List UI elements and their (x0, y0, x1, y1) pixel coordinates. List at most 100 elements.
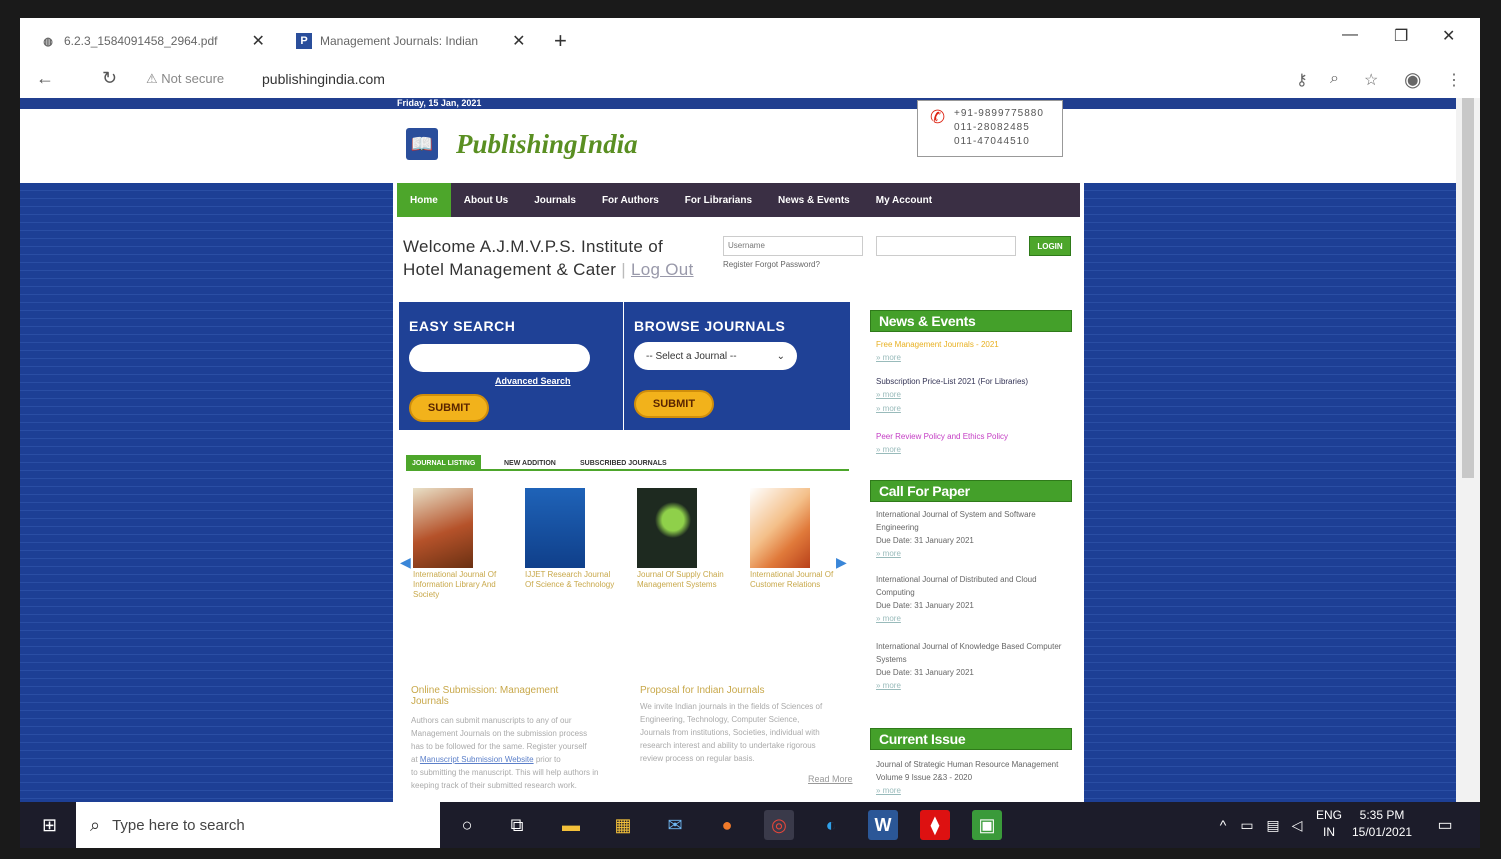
journal-title-4[interactable]: International Journal Of Customer Relati… (750, 570, 842, 590)
word-icon[interactable]: W (868, 810, 898, 840)
more-link[interactable]: » more (876, 784, 1066, 797)
zoom-icon[interactable]: ⌕ (1330, 70, 1339, 88)
more-link[interactable]: » more (876, 388, 1066, 401)
logout-link[interactable]: Log Out (631, 260, 694, 279)
browse-submit-button[interactable]: SUBMIT (634, 390, 714, 418)
tab-new-addition[interactable]: NEW ADDITION (498, 455, 562, 471)
page-scrollbar[interactable] (1456, 98, 1480, 802)
more-link[interactable]: » more (876, 402, 1066, 415)
current-issue-text[interactable]: Journal of Strategic Human Resource Mana… (876, 758, 1066, 784)
search-submit-button[interactable]: SUBMIT (409, 394, 489, 422)
journal-select[interactable]: -- Select a Journal -- ⌄ (634, 342, 797, 370)
more-link[interactable]: » more (876, 443, 1066, 456)
chrome-icon[interactable]: ◎ (764, 810, 794, 840)
journal-title-3[interactable]: Journal Of Supply Chain Management Syste… (637, 570, 729, 590)
cortana-icon[interactable]: ○ (452, 810, 482, 840)
address-bar: ← ↻ ⚠ Not secure publishingindia.com ⚷ ⌕… (20, 62, 1480, 98)
more-link[interactable]: » more (876, 547, 1066, 560)
nav-about-us[interactable]: About Us (451, 183, 521, 217)
clock[interactable]: 5:35 PM 15/01/2021 (1352, 807, 1412, 841)
nav-news-events[interactable]: News & Events (765, 183, 863, 217)
cfp-journal[interactable]: International Journal of System and Soft… (876, 508, 1066, 534)
journal-select-value: -- Select a Journal -- (646, 350, 737, 362)
back-icon[interactable]: ← (36, 68, 54, 89)
task-view-icon[interactable]: ⧉ (502, 810, 532, 840)
more-link[interactable]: » more (876, 679, 1066, 692)
nav-journals[interactable]: Journals (521, 183, 589, 217)
mail-icon[interactable]: ✉ (660, 810, 690, 840)
tab-subscribed-journals[interactable]: SUBSCRIBED JOURNALS (574, 455, 673, 471)
online-submission-text: Authors can submit manuscripts to any of… (411, 714, 631, 792)
lang-code: ENG (1316, 808, 1343, 822)
close-tab-icon[interactable]: ✕ (252, 31, 265, 51)
journal-cover-4[interactable] (750, 488, 810, 568)
edge-icon[interactable]: ◐ (816, 810, 846, 840)
journal-cover-3[interactable] (637, 488, 697, 568)
carousel-prev-icon[interactable]: ◀ (400, 554, 411, 571)
close-window-icon[interactable]: ✕ (1442, 26, 1455, 46)
store-icon[interactable]: ▦ (608, 810, 638, 840)
url-field[interactable]: publishingindia.com (262, 71, 385, 87)
register-forgot-links[interactable]: Register Forgot Password? (723, 260, 820, 269)
login-button[interactable]: LOGIN (1029, 236, 1071, 256)
more-link[interactable]: » more (876, 612, 1066, 625)
minimize-icon[interactable]: — (1342, 26, 1358, 44)
password-input[interactable] (876, 236, 1016, 256)
search-input[interactable] (409, 344, 590, 372)
news-link[interactable]: Peer Review Policy and Ethics Policy (876, 430, 1066, 443)
nav-for-authors[interactable]: For Authors (589, 183, 672, 217)
windows-start-icon[interactable]: ⊞ (42, 815, 57, 836)
advanced-search-link[interactable]: Advanced Search (495, 376, 571, 386)
not-secure-indicator[interactable]: ⚠ Not secure (146, 71, 224, 87)
manuscript-submission-link[interactable]: Manuscript Submission Website (420, 755, 534, 764)
news-link[interactable]: Free Management Journals - 2021 (876, 338, 1066, 351)
online-submission-title[interactable]: Online Submission: Management Journals (411, 685, 591, 707)
cfp-journal[interactable]: International Journal of Knowledge Based… (876, 640, 1066, 666)
key-icon[interactable]: ⚷ (1296, 70, 1308, 90)
tab-pdf[interactable]: ◍ 6.2.3_1584091458_2964.pdf ✕ (40, 24, 265, 58)
reload-icon[interactable]: ↻ (102, 68, 117, 89)
nav-home[interactable]: Home (397, 183, 451, 217)
carousel-next-icon[interactable]: ▶ (836, 554, 847, 571)
menu-kebab-icon[interactable]: ⋮ (1446, 70, 1462, 90)
nav-for-librarians[interactable]: For Librarians (672, 183, 765, 217)
left-background-panel (20, 183, 393, 802)
tab-management-journals[interactable]: P Management Journals: Indian ✕ (296, 24, 526, 58)
browse-journals-title: BROWSE JOURNALS (634, 318, 786, 334)
proposal-title[interactable]: Proposal for Indian Journals (640, 685, 840, 696)
call-for-paper-header: Call For Paper (870, 480, 1072, 502)
bookmark-star-icon[interactable]: ☆ (1364, 70, 1378, 90)
more-link[interactable]: » more (876, 351, 1066, 364)
journal-cover-2[interactable] (525, 488, 585, 568)
scrollbar-thumb[interactable] (1462, 98, 1474, 478)
firefox-icon[interactable]: ● (712, 810, 742, 840)
proposal-text: We invite Indian journals in the fields … (640, 700, 860, 765)
profile-icon[interactable]: ◉ (1404, 67, 1421, 92)
site-logo[interactable]: 📖 PublishingIndia (406, 128, 638, 160)
tab-title: 6.2.3_1584091458_2964.pdf (64, 34, 218, 48)
text-line: Engineering, Technology, Computer Scienc… (640, 715, 800, 724)
journal-cover-1[interactable] (413, 488, 473, 568)
file-explorer-icon[interactable]: ▬ (556, 810, 586, 840)
notifications-icon[interactable]: ▭ (1430, 810, 1460, 840)
language-indicator[interactable]: ENG IN (1316, 807, 1342, 841)
news-link[interactable]: Subscription Price-List 2021 (For Librar… (876, 375, 1066, 388)
journal-title-1[interactable]: International Journal Of Information Lib… (413, 570, 505, 600)
nav-my-account[interactable]: My Account (863, 183, 945, 217)
read-more-link[interactable]: Read More (808, 774, 853, 784)
main-navigation: Home About Us Journals For Authors For L… (397, 183, 1080, 217)
cfp-journal[interactable]: International Journal of Distributed and… (876, 573, 1066, 599)
volume-icon[interactable]: ◁ (1282, 810, 1312, 840)
close-tab-icon[interactable]: ✕ (512, 31, 525, 51)
tab-journal-listing[interactable]: JOURNAL LISTING (406, 455, 482, 471)
journal-title-2[interactable]: IJJET Research Journal Of Science & Tech… (525, 570, 617, 590)
taskbar-search[interactable]: ⌕ Type here to search (76, 802, 440, 848)
username-input[interactable]: Username (723, 236, 863, 256)
right-background-panel (1084, 183, 1456, 802)
acrobat-icon[interactable]: ⧫ (920, 810, 950, 840)
tab-title: Management Journals: Indian (320, 34, 479, 48)
app-icon[interactable]: ▣ (972, 810, 1002, 840)
text-line: review process on regular basis. (640, 754, 755, 763)
restore-icon[interactable]: ❐ (1394, 26, 1408, 46)
new-tab-button[interactable]: + (554, 28, 567, 54)
